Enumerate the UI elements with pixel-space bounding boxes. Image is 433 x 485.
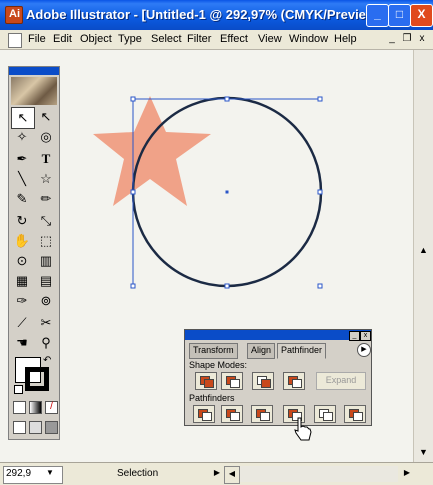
- minimize-button[interactable]: _: [366, 4, 389, 27]
- panel-menu-arrow-icon[interactable]: ▶: [357, 343, 371, 357]
- toolbox: ↖ ↖ ✧ ◎ ✒ T ╲ ☆ ✎ ✏ ↻ ⤡ ✋ ⬚ ⊙ ▥ ▦ ▤ ✑ ⊚ …: [8, 66, 60, 440]
- hscroll-left-arrow-icon[interactable]: ◀: [224, 466, 240, 484]
- swap-fill-stroke-icon[interactable]: ↶: [43, 355, 51, 366]
- menu-effect[interactable]: Effect: [220, 33, 248, 45]
- vertical-scrollbar[interactable]: ▲ ▼: [413, 50, 433, 462]
- window-title: Adobe Illustrator - [Untitled-1 @ 292,97…: [26, 7, 389, 22]
- eyedropper-tool-icon[interactable]: ✑: [11, 291, 33, 311]
- gradient-tool-icon[interactable]: ▤: [35, 271, 57, 291]
- full-screen-menu-mode-icon[interactable]: [29, 421, 42, 434]
- pathfinder-panel: _ x Transform Align Pathfinder ▶ Shape M…: [184, 329, 372, 426]
- document-icon[interactable]: [8, 33, 22, 48]
- tab-align[interactable]: Align: [247, 343, 276, 359]
- standard-screen-mode-icon[interactable]: [13, 421, 26, 434]
- status-menu-arrow-icon[interactable]: ▶: [210, 466, 224, 482]
- menu-edit[interactable]: Edit: [53, 33, 72, 45]
- tab-pathfinder[interactable]: Pathfinder: [277, 343, 327, 359]
- warp-tool-icon[interactable]: ✋: [11, 231, 33, 251]
- handle-top[interactable]: [224, 96, 230, 102]
- menu-type[interactable]: Type: [118, 33, 142, 45]
- pathfinders-label: Pathfinders: [189, 393, 235, 403]
- line-tool-icon[interactable]: ╲: [11, 169, 33, 189]
- exclude-overlap-button[interactable]: [283, 372, 305, 390]
- center-point: [225, 190, 229, 194]
- hscroll-right-arrow-icon[interactable]: ▶: [400, 466, 414, 482]
- horizontal-scrollbar[interactable]: [240, 466, 398, 482]
- menu-help[interactable]: Help: [334, 33, 357, 45]
- direct-selection-tool-icon[interactable]: ↖: [35, 107, 57, 127]
- doc-restore-button[interactable]: ❐: [401, 33, 413, 46]
- blend-tool-icon[interactable]: ⊚: [35, 291, 57, 311]
- mesh-tool-icon[interactable]: ▦: [11, 271, 33, 291]
- lasso-tool-icon[interactable]: ◎: [35, 127, 57, 147]
- panel-close-button[interactable]: x: [360, 331, 371, 341]
- rotate-tool-icon[interactable]: ↻: [11, 211, 33, 231]
- divide-button[interactable]: [193, 405, 215, 423]
- slice-tool-icon[interactable]: ⟋: [11, 313, 33, 333]
- paintbrush-tool-icon[interactable]: ✎: [11, 189, 33, 209]
- full-screen-mode-icon[interactable]: [45, 421, 58, 434]
- column-graph-tool-icon[interactable]: ▥: [35, 251, 57, 271]
- color-mode-icon[interactable]: [13, 401, 26, 414]
- handle-top-right[interactable]: [317, 96, 323, 102]
- selection-tool-icon[interactable]: ↖: [11, 107, 35, 129]
- trim-button[interactable]: [221, 405, 243, 423]
- stroke-swatch[interactable]: [25, 367, 49, 391]
- zoom-dropdown-icon[interactable]: ▼: [43, 466, 57, 482]
- current-tool-status: Selection: [117, 468, 159, 479]
- doc-close-button[interactable]: x: [416, 33, 428, 46]
- minus-back-button[interactable]: [344, 405, 366, 423]
- scroll-down-arrow-icon[interactable]: ▼: [419, 447, 428, 457]
- handle-right[interactable]: [317, 189, 323, 195]
- pen-tool-icon[interactable]: ✒: [11, 149, 33, 169]
- intersect-shapes-button[interactable]: [252, 372, 274, 390]
- star-tool-icon[interactable]: ☆: [35, 169, 57, 189]
- outline-button[interactable]: [314, 405, 336, 423]
- menu-window[interactable]: Window: [289, 33, 328, 45]
- menu-filter[interactable]: Filter: [187, 33, 211, 45]
- merge-button[interactable]: [251, 405, 273, 423]
- handle-bottom[interactable]: [224, 283, 230, 289]
- scissors-tool-icon[interactable]: ✂: [35, 313, 57, 333]
- gradient-mode-icon[interactable]: [29, 401, 42, 414]
- toolbox-header[interactable]: [9, 67, 59, 75]
- menu-view[interactable]: View: [258, 33, 282, 45]
- doc-minimize-button[interactable]: _: [386, 33, 398, 46]
- default-colors-icon[interactable]: [14, 385, 23, 394]
- pencil-tool-icon[interactable]: ✏: [35, 189, 57, 209]
- scroll-up-arrow-icon[interactable]: ▲: [419, 245, 428, 255]
- hand-tool-icon[interactable]: ☚: [11, 333, 33, 353]
- hand-cursor-icon: [294, 417, 312, 441]
- tab-transform[interactable]: Transform: [189, 343, 238, 359]
- handle-top-left[interactable]: [130, 96, 136, 102]
- free-transform-tool-icon[interactable]: ⬚: [35, 231, 57, 251]
- none-mode-icon[interactable]: /: [45, 401, 58, 414]
- add-to-shape-button[interactable]: [195, 372, 217, 390]
- menu-select[interactable]: Select: [151, 33, 182, 45]
- expand-button[interactable]: Expand: [316, 372, 366, 390]
- scale-tool-icon[interactable]: ⤡: [35, 211, 57, 231]
- handle-bottom-left[interactable]: [130, 283, 136, 289]
- type-tool-icon[interactable]: T: [35, 149, 57, 169]
- panel-minimize-button[interactable]: _: [349, 331, 360, 341]
- magic-wand-tool-icon[interactable]: ✧: [11, 127, 33, 147]
- subtract-from-shape-button[interactable]: [221, 372, 243, 390]
- toolbox-banner-image: [11, 77, 57, 105]
- menu-object[interactable]: Object: [80, 33, 112, 45]
- panel-titlebar[interactable]: [185, 330, 371, 340]
- title-bar[interactable]: Ai Adobe Illustrator - [Untitled-1 @ 292…: [0, 0, 433, 30]
- status-bar: 292,9 ▼ Selection ▶ ◀ ▶: [0, 462, 433, 485]
- menu-bar: File Edit Object Type Select Filter Effe…: [0, 30, 433, 50]
- zoom-tool-icon[interactable]: ⚲: [35, 333, 57, 353]
- shape-modes-label: Shape Modes:: [189, 360, 248, 370]
- star-shape[interactable]: [93, 96, 211, 206]
- handle-left[interactable]: [130, 189, 136, 195]
- symbol-sprayer-tool-icon[interactable]: ⊙: [11, 251, 33, 271]
- maximize-button[interactable]: □: [388, 4, 411, 27]
- menu-file[interactable]: File: [28, 33, 46, 45]
- illustrator-app-icon[interactable]: Ai: [5, 6, 23, 24]
- handle-bottom-right[interactable]: [317, 283, 323, 289]
- close-button[interactable]: X: [410, 4, 433, 27]
